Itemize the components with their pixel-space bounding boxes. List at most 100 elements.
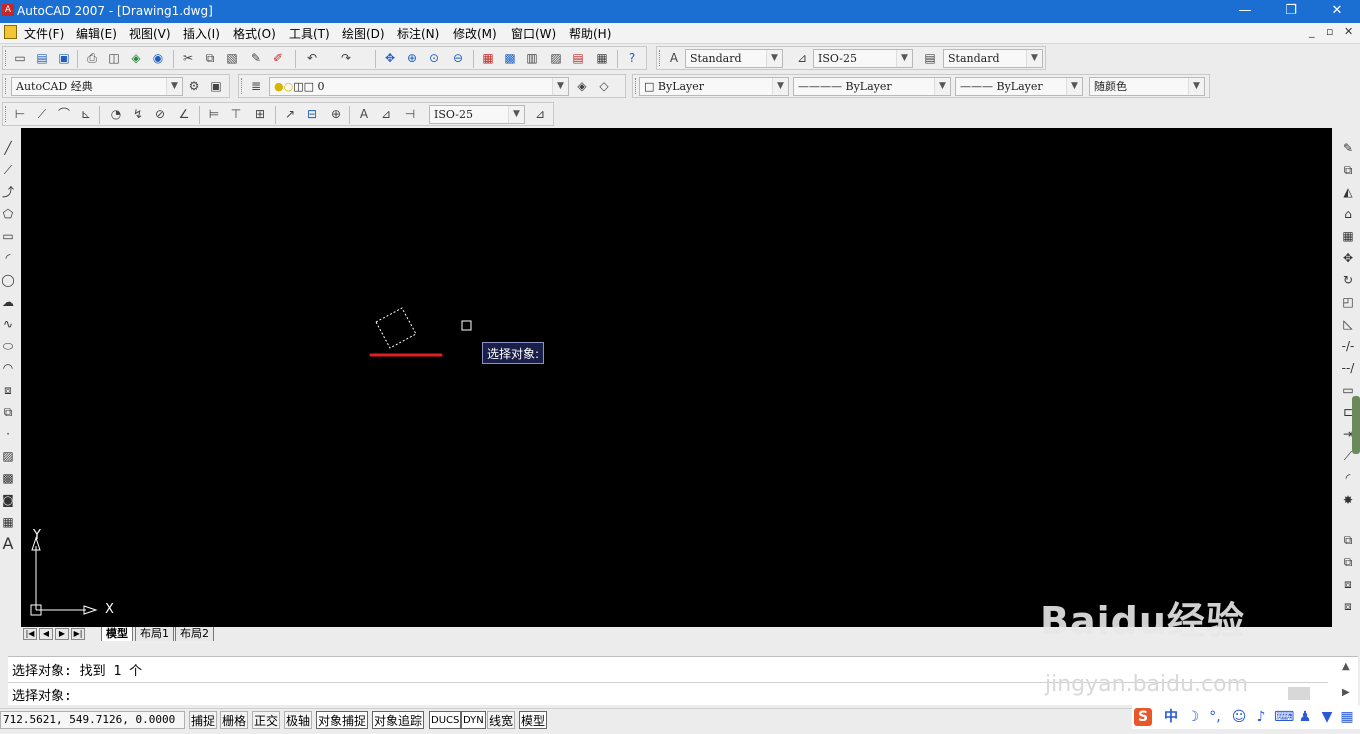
- arc-icon[interactable]: ◜: [0, 250, 16, 266]
- match-properties-icon[interactable]: ✎: [247, 49, 265, 67]
- linear-dim-icon[interactable]: ⊢: [11, 105, 29, 123]
- menu-draw[interactable]: 绘图(D): [342, 25, 385, 42]
- sogou-logo-icon[interactable]: S: [1134, 708, 1152, 726]
- ortho-toggle[interactable]: 正交: [252, 711, 281, 729]
- properties-icon[interactable]: ▦: [479, 49, 497, 67]
- skin-icon[interactable]: ♟: [1296, 708, 1314, 726]
- scroll-right-icon[interactable]: ▶: [1342, 687, 1350, 698]
- otrack-toggle[interactable]: 对象追踪: [372, 711, 425, 729]
- ellipse-arc-icon[interactable]: ◠: [0, 360, 16, 376]
- block-editor-icon[interactable]: ✐: [269, 49, 287, 67]
- continue-dim-icon[interactable]: ⊞: [251, 105, 269, 123]
- draw-order-back-icon[interactable]: ⧉: [1340, 554, 1356, 570]
- ordinate-dim-icon[interactable]: ⊾: [77, 105, 95, 123]
- zoom-realtime-icon[interactable]: ⊕: [403, 49, 421, 67]
- publish-icon[interactable]: ◈: [127, 49, 145, 67]
- menu-file[interactable]: 文件(F): [24, 25, 64, 42]
- zoom-previous-icon[interactable]: ⊖: [449, 49, 467, 67]
- paste-icon[interactable]: ▧: [223, 49, 241, 67]
- apps-grid-icon[interactable]: ▦: [1338, 708, 1356, 726]
- circle-icon[interactable]: ◯: [0, 272, 16, 288]
- layer-select[interactable]: ●○◫□ 0 ▼: [269, 77, 569, 96]
- linetype-select[interactable]: ———— ByLayer ▼: [793, 77, 951, 96]
- prev-tab-button[interactable]: ◀: [39, 628, 53, 640]
- emoji-icon[interactable]: ☺: [1230, 708, 1248, 726]
- move-icon[interactable]: ✥: [1340, 250, 1356, 266]
- text-style-icon[interactable]: A: [665, 49, 683, 67]
- ellipse-icon[interactable]: ⬭: [0, 338, 16, 354]
- tab-model[interactable]: 模型: [101, 627, 133, 642]
- dyn-toggle[interactable]: DYN: [461, 711, 486, 729]
- table-style-select[interactable]: Standard ▼: [943, 49, 1043, 68]
- coordinates-display[interactable]: 712.5621, 549.7126, 0.0000: [0, 711, 185, 729]
- polygon-icon[interactable]: ⬠: [0, 206, 16, 222]
- dim-style-select[interactable]: ISO-25 ▼: [813, 49, 913, 68]
- selected-square[interactable]: [375, 307, 417, 349]
- tab-layout1[interactable]: 布局1: [135, 627, 174, 642]
- trim-icon[interactable]: -/-: [1340, 338, 1356, 354]
- copy-icon[interactable]: ⧉: [201, 49, 219, 67]
- line-icon[interactable]: ╱: [0, 140, 16, 156]
- erase-icon[interactable]: ✎: [1340, 140, 1356, 156]
- dim-text-edit-icon[interactable]: ⊿: [377, 105, 395, 123]
- rectangle-icon[interactable]: ▭: [0, 228, 16, 244]
- maximize-button[interactable]: ❐: [1268, 0, 1314, 23]
- menu-view[interactable]: 视图(V): [129, 25, 171, 42]
- menu-format[interactable]: 格式(O): [233, 25, 276, 42]
- rotate-icon[interactable]: ↻: [1340, 272, 1356, 288]
- menu-window[interactable]: 窗口(W): [511, 25, 556, 42]
- lineweight-select[interactable]: ——— ByLayer ▼: [955, 77, 1083, 96]
- explode-icon[interactable]: ✸: [1340, 492, 1356, 508]
- plot-style-select[interactable]: 随颜色 ▼: [1089, 77, 1205, 96]
- make-object-layer-current-icon[interactable]: ◈: [573, 77, 591, 95]
- command-prompt[interactable]: 选择对象:: [12, 685, 72, 704]
- print-icon[interactable]: ⎙: [83, 49, 101, 67]
- array-icon[interactable]: ▦: [1340, 228, 1356, 244]
- insert-block-icon[interactable]: ⧈: [0, 382, 16, 398]
- minimize-button[interactable]: —: [1222, 0, 1268, 23]
- save-icon[interactable]: ▣: [55, 49, 73, 67]
- undo-icon[interactable]: ↶: [303, 49, 321, 67]
- workspace-save-icon[interactable]: ▣: [207, 77, 225, 95]
- tool-palettes-icon[interactable]: ▥: [523, 49, 541, 67]
- scroll-up-icon[interactable]: ▲: [1342, 661, 1350, 672]
- new-file-icon[interactable]: ▭: [11, 49, 29, 67]
- jogged-dim-icon[interactable]: ↯: [129, 105, 147, 123]
- command-scrollbar[interactable]: [1288, 687, 1310, 700]
- zoom-window-icon[interactable]: ⊙: [425, 49, 443, 67]
- offset-icon[interactable]: ⌂: [1340, 206, 1356, 222]
- redo-icon[interactable]: ↷: [337, 49, 355, 67]
- spline-icon[interactable]: ∿: [0, 316, 16, 332]
- region-icon[interactable]: ◙: [0, 492, 16, 508]
- extend-icon[interactable]: --/: [1340, 360, 1356, 376]
- design-center-icon[interactable]: ▩: [501, 49, 519, 67]
- side-panel-handle[interactable]: [1352, 396, 1360, 454]
- draw-order-front-icon[interactable]: ⧉: [1340, 532, 1356, 548]
- workspace-select[interactable]: AutoCAD 经典 ▼: [11, 77, 183, 96]
- hatch-icon[interactable]: ▨: [0, 448, 16, 464]
- arc-length-icon[interactable]: ⌒: [55, 105, 73, 123]
- center-mark-icon[interactable]: ⊕: [327, 105, 345, 123]
- point-icon[interactable]: ·: [0, 426, 16, 442]
- construction-line-icon[interactable]: ⟋: [0, 162, 16, 178]
- menu-modify[interactable]: 修改(M): [453, 25, 497, 42]
- diameter-dim-icon[interactable]: ⊘: [151, 105, 169, 123]
- quick-leader-icon[interactable]: ↗: [281, 105, 299, 123]
- dim-edit-icon[interactable]: A: [355, 105, 373, 123]
- lineweight-toggle[interactable]: 线宽: [487, 711, 516, 729]
- markup-icon[interactable]: ▤: [569, 49, 587, 67]
- table-icon[interactable]: ▦: [0, 514, 16, 530]
- publish-web-icon[interactable]: ◉: [149, 49, 167, 67]
- punctuation-icon[interactable]: °,: [1206, 708, 1224, 726]
- mirror-icon[interactable]: ◭: [1340, 184, 1356, 200]
- moon-icon[interactable]: ☽: [1184, 708, 1202, 726]
- make-block-icon[interactable]: ⧉: [0, 404, 16, 420]
- layer-previous-icon[interactable]: ◇: [595, 77, 613, 95]
- scale-icon[interactable]: ◰: [1340, 294, 1356, 310]
- close-button[interactable]: ✕: [1314, 0, 1360, 23]
- shirt-icon[interactable]: ▼: [1318, 708, 1336, 726]
- osnap-toggle[interactable]: 对象捕捉: [316, 711, 369, 729]
- revision-cloud-icon[interactable]: ☁: [0, 294, 16, 310]
- menu-help[interactable]: 帮助(H): [569, 25, 611, 42]
- dim-style-icon[interactable]: ⊿: [793, 49, 811, 67]
